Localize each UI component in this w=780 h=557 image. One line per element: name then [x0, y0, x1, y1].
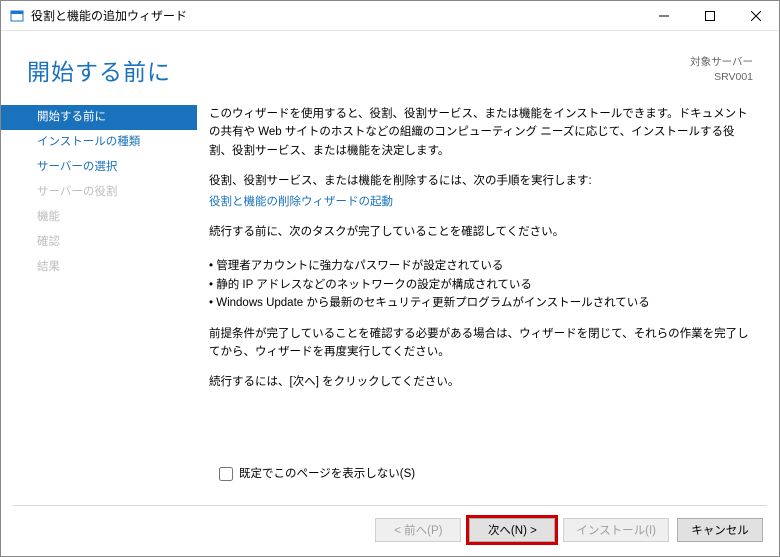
sidebar-item-0[interactable]: 開始する前に [1, 105, 197, 130]
bullet-0: 管理者アカウントに強力なパスワードが設定されている [209, 257, 751, 275]
minimize-button[interactable] [641, 1, 687, 31]
intro-text: このウィザードを使用すると、役割、役割サービス、または機能をインストールできます… [209, 105, 751, 160]
window-title: 役割と機能の追加ウィザード [31, 7, 641, 24]
maximize-button[interactable] [687, 1, 733, 31]
footer: < 前へ(P) 次へ(N) > インストール(I) キャンセル [1, 506, 779, 556]
sidebar-item-3: サーバーの役割 [1, 180, 197, 205]
window-buttons [641, 1, 779, 31]
sidebar-item-4: 機能 [1, 205, 197, 230]
titlebar: 役割と機能の追加ウィザード [1, 1, 779, 31]
server-name: SRV001 [690, 70, 753, 85]
app-icon [9, 8, 25, 24]
bullet-1: 静的 IP アドレスなどのネットワークの設定が構成されている [209, 276, 751, 294]
sidebar-item-1[interactable]: インストールの種類 [1, 130, 197, 155]
page-title: 開始する前に [27, 53, 171, 87]
remove-wizard-link[interactable]: 役割と機能の削除ウィザードの起動 [209, 196, 393, 208]
next-button[interactable]: 次へ(N) > [469, 518, 555, 542]
sidebar-item-5: 確認 [1, 230, 197, 255]
server-info: 対象サーバー SRV001 [690, 55, 753, 84]
task-bullets: 管理者アカウントに強力なパスワードが設定されている静的 IP アドレスなどのネッ… [209, 257, 751, 312]
remove-label: 役割、役割サービス、または機能を削除するには、次の手順を実行します: [209, 172, 751, 190]
bullet-2: Windows Update から最新のセキュリティ更新プログラムがインストール… [209, 294, 751, 312]
server-label: 対象サーバー [690, 55, 753, 70]
content: このウィザードを使用すると、役割、役割サービス、または機能をインストールできます… [197, 97, 779, 505]
skip-row: 既定でこのページを表示しない(S) [209, 461, 751, 495]
prev-button[interactable]: < 前へ(P) [375, 518, 461, 542]
body: 開始する前にインストールの種類サーバーの選択サーバーの役割機能確認結果 このウィ… [1, 97, 779, 505]
tasks-prompt: 続行する前に、次のタスクが完了していることを確認してください。 [209, 223, 751, 241]
sidebar: 開始する前にインストールの種類サーバーの選択サーバーの役割機能確認結果 [1, 97, 197, 505]
skip-checkbox[interactable] [219, 467, 233, 481]
skip-label: 既定でこのページを表示しない(S) [239, 465, 415, 483]
sidebar-item-6: 結果 [1, 255, 197, 280]
sidebar-item-2[interactable]: サーバーの選択 [1, 155, 197, 180]
prereq-text: 前提条件が完了していることを確認する必要がある場合は、ウィザードを閉じて、それら… [209, 325, 751, 362]
cancel-button[interactable]: キャンセル [677, 518, 763, 542]
header: 開始する前に 対象サーバー SRV001 [1, 31, 779, 97]
continue-hint: 続行するには、[次へ] をクリックしてください。 [209, 373, 751, 391]
close-button[interactable] [733, 1, 779, 31]
install-button[interactable]: インストール(I) [563, 518, 669, 542]
